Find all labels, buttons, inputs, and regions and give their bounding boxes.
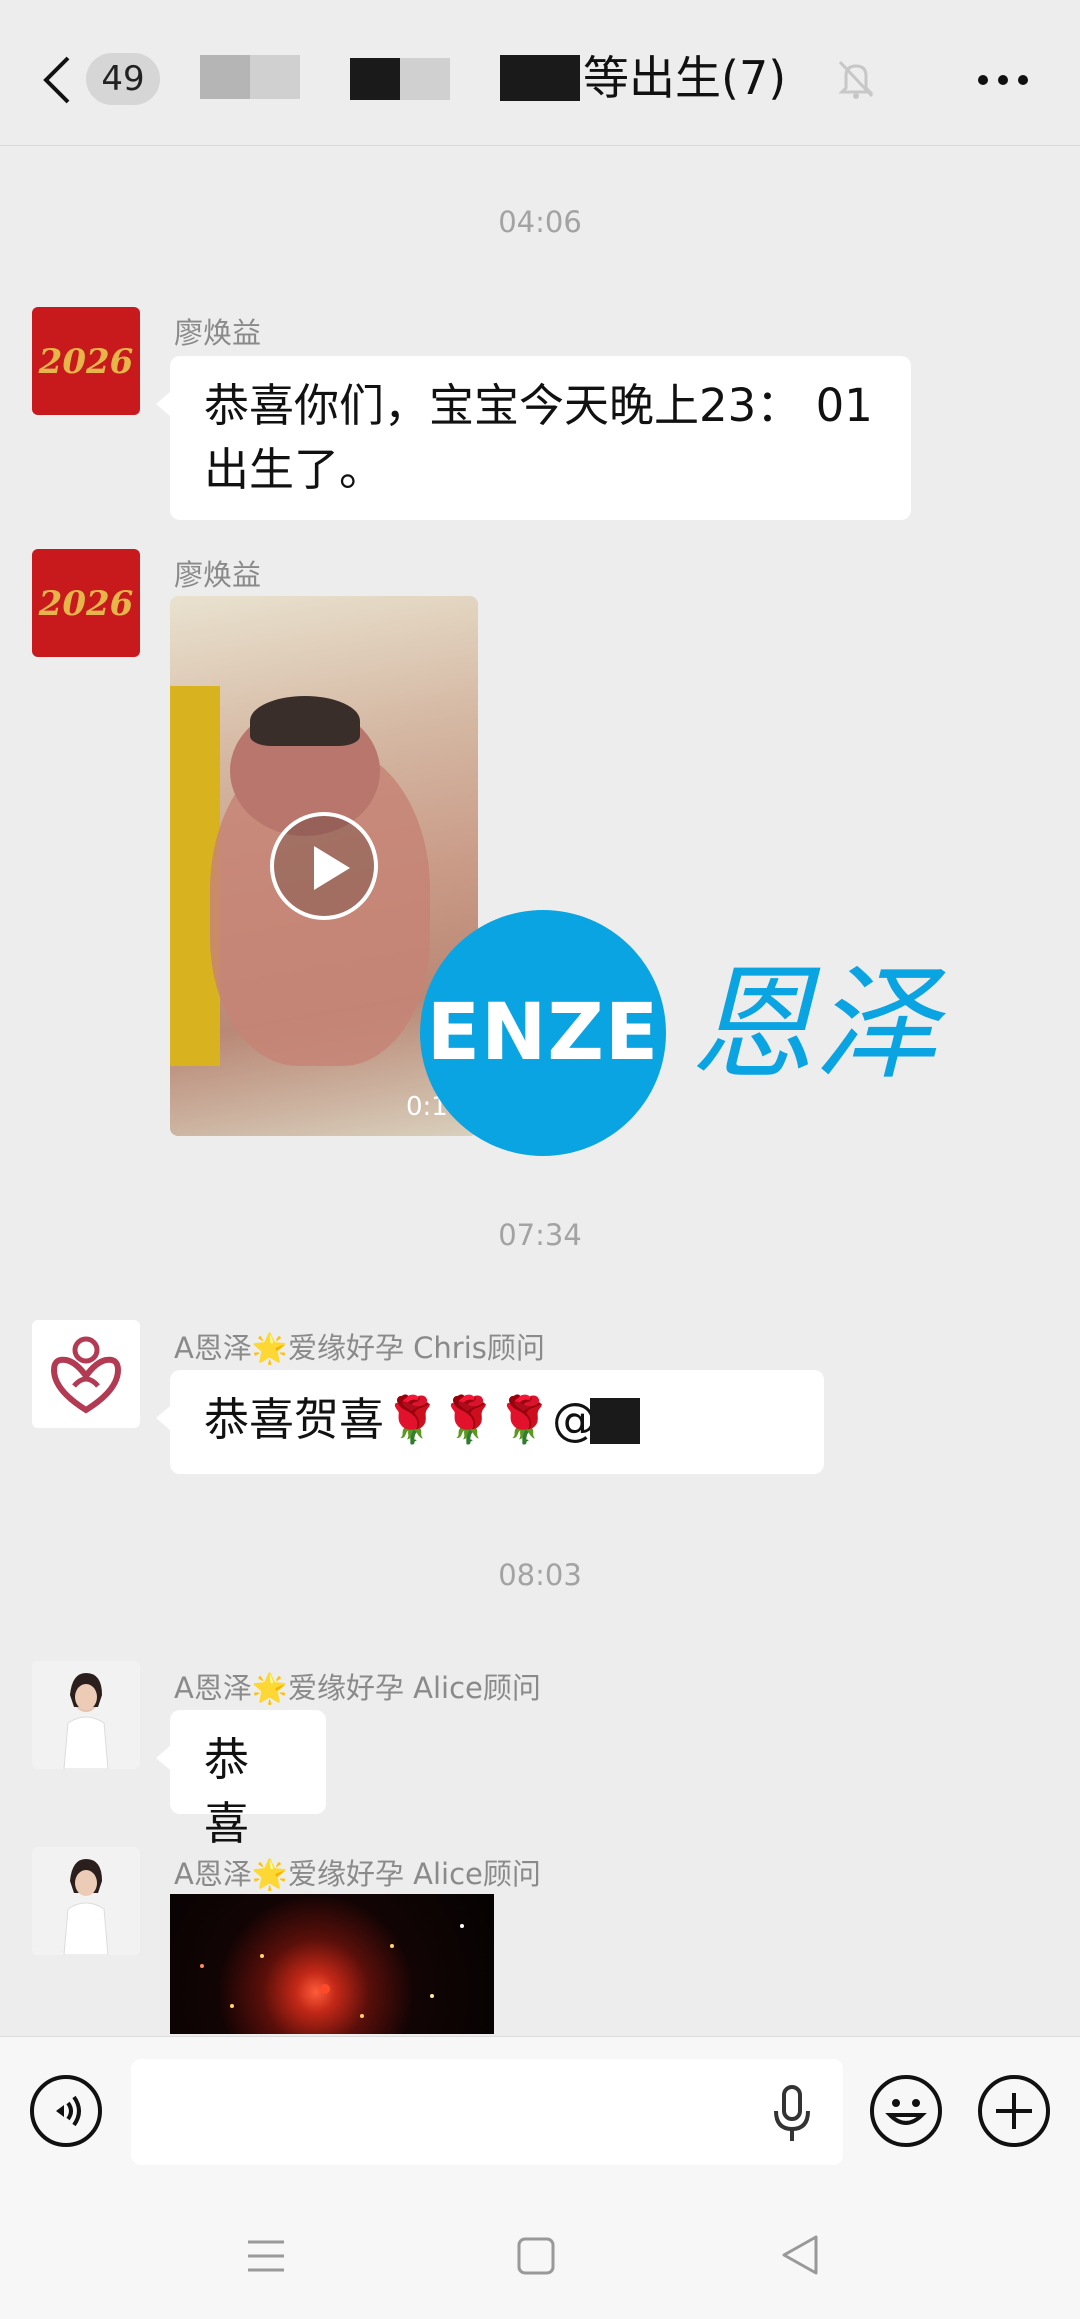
woman-photo-icon [32, 1847, 140, 1955]
sender-name: A恩泽🌟爱缘好孕 Alice顾问 [174, 1671, 541, 1705]
enze-watermark-text: 恩泽 [690, 953, 939, 1097]
redacted-name-block [350, 58, 400, 100]
emoji-icon [885, 2099, 927, 2125]
sender-name: A恩泽🌟爱缘好孕 Alice顾问 [174, 1857, 541, 1891]
chat-title[interactable]: 等出生(7) [583, 46, 786, 110]
system-nav-bar [0, 2186, 1080, 2319]
voice-mode-button[interactable] [30, 2075, 102, 2147]
redacted-name-block [250, 55, 300, 99]
back-button[interactable] [38, 52, 78, 108]
redacted-mention [590, 1398, 640, 1444]
microphone-icon [774, 2085, 810, 2141]
timestamp: 08:03 [498, 1558, 582, 1592]
sender-name: 廖焕益 [174, 316, 262, 350]
home-square-icon[interactable] [516, 2236, 556, 2276]
redacted-name-block [400, 58, 450, 100]
message-text: 出生了。 [204, 443, 385, 496]
timestamp: 07:34 [498, 1218, 582, 1252]
firework-spark [390, 1944, 394, 1948]
bell-off-icon [836, 58, 876, 100]
message-bubble[interactable]: 恭喜你们，宝宝今天晚上23： 01 出生了。 [156, 356, 911, 520]
menu-icon[interactable] [246, 2238, 286, 2274]
message-input[interactable] [131, 2059, 843, 2165]
chevron-left-icon [43, 56, 70, 104]
sender-avatar[interactable] [32, 1847, 140, 1955]
emoji-button[interactable] [870, 2075, 942, 2147]
sender-name: A恩泽🌟爱缘好孕 Chris顾问 [174, 1331, 545, 1365]
enze-watermark-logo: ENZE [420, 910, 666, 1156]
video-frame-detail [250, 696, 360, 746]
plus-icon [996, 2093, 1032, 2129]
more-button[interactable] [976, 62, 1030, 98]
unread-count-badge: 49 [86, 53, 160, 105]
back-triangle-icon[interactable] [780, 2234, 820, 2276]
2026-avatar-icon: 2026 [38, 584, 134, 624]
svg-text:2026: 2026 [38, 584, 134, 624]
sender-name: 廖焕益 [174, 558, 262, 592]
message-text: 恭喜你们，宝宝今天晚上23： 01 [204, 379, 873, 432]
firework-spark [260, 1954, 264, 1958]
microphone-button[interactable] [770, 2085, 814, 2143]
redacted-name-block [200, 55, 250, 99]
firework-spark [320, 1984, 330, 1994]
2026-avatar-icon: 2026 [38, 342, 134, 382]
play-icon[interactable] [270, 812, 378, 920]
enze-heart-logo-icon [50, 1336, 122, 1414]
plus-button[interactable] [978, 2075, 1050, 2147]
more-dots-icon [978, 75, 1028, 85]
message-input-bar [0, 2036, 1080, 2186]
firework-spark [200, 1964, 204, 1968]
svg-text:2026: 2026 [38, 342, 134, 382]
message-text: 恭喜 [204, 1733, 250, 1850]
voice-mode-icon [56, 2095, 81, 2127]
firework-spark [360, 2014, 364, 2018]
message-bubble[interactable]: 恭喜贺喜🌹🌹🌹@ [156, 1370, 824, 1474]
firework-spark [230, 2004, 234, 2008]
message-text: 恭喜贺喜🌹🌹🌹@ [204, 1393, 598, 1446]
redacted-name-block [500, 55, 580, 101]
sender-avatar[interactable] [32, 1320, 140, 1428]
timestamp: 04:06 [498, 205, 582, 239]
fireworks-image[interactable] [170, 1894, 494, 2034]
firework-spark [430, 1994, 434, 1998]
chat-header: 49 等出生(7) [0, 0, 1080, 146]
sender-avatar[interactable]: 2026 [32, 549, 140, 657]
woman-photo-icon [32, 1661, 140, 1769]
firework-spark [460, 1924, 464, 1928]
sender-avatar[interactable]: 2026 [32, 307, 140, 415]
sender-avatar[interactable] [32, 1661, 140, 1769]
message-bubble[interactable]: 恭喜 [156, 1710, 326, 1850]
